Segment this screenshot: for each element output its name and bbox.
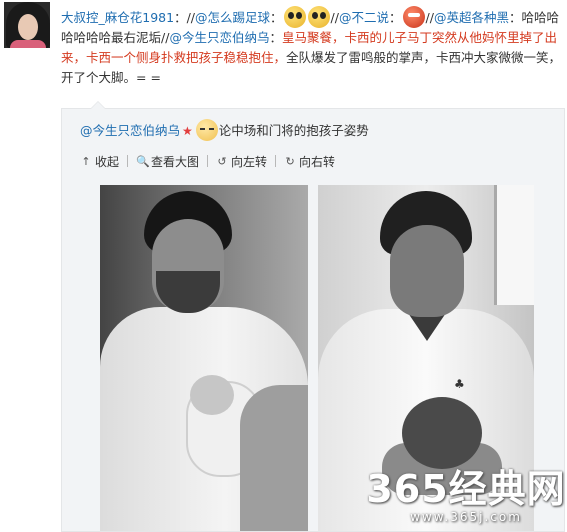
collapse-label: 收起 <box>95 154 120 169</box>
rotate-left-button[interactable]: ↺ 向左转 <box>216 153 267 170</box>
author-avatar[interactable] <box>4 2 50 48</box>
avatar-shirt <box>10 40 46 48</box>
mention-user-1[interactable]: @怎么踢足球 <box>195 10 270 25</box>
post-seg-5: // <box>425 10 434 25</box>
toolbar-divider <box>207 155 209 167</box>
view-large-image-button[interactable]: 🔍 查看大图 <box>136 153 199 170</box>
magnifier-icon: 🔍 <box>136 154 150 168</box>
post-seg-4: ： <box>389 10 402 25</box>
post-seg-3: // <box>330 10 339 25</box>
grinning-emoji-icon <box>402 6 425 28</box>
post-author-link[interactable]: 大叔控_麻仓花1981 <box>61 10 174 25</box>
post-colon: ： <box>174 10 187 25</box>
site-watermark: 365经典网 www.365j.com <box>366 468 566 524</box>
verified-star-icon: ★ <box>182 124 193 138</box>
photo-right-window <box>494 185 534 305</box>
rotate-right-button[interactable]: ↻ 向右转 <box>284 153 335 170</box>
laughing-emoji-icon <box>283 6 306 28</box>
repost-line: @今生只恋伯纳乌 ★ 论中场和门将的抱孩子姿势 <box>80 119 369 141</box>
photo-left-baby-head <box>190 375 234 415</box>
post-seg-1: // <box>186 10 196 25</box>
avatar-face <box>18 14 38 40</box>
collapse-button[interactable]: ↑ 收起 <box>80 153 119 170</box>
toolbar-divider <box>127 155 129 167</box>
view-large-label: 查看大图 <box>151 154 200 169</box>
rotate-right-icon: ↻ <box>285 154 295 168</box>
post-seg-2: ： <box>270 10 283 25</box>
photo-left-arm <box>240 385 308 531</box>
repost-text: 论中场和门将的抱孩子姿势 <box>218 123 369 138</box>
sleepy-emoji-icon <box>195 119 218 141</box>
collapse-arrow-icon: ↑ <box>81 154 91 168</box>
toolbar-divider <box>275 155 277 167</box>
mention-user-2[interactable]: @不二说 <box>339 10 389 25</box>
rotate-right-label: 向右转 <box>299 154 336 169</box>
watermark-url: www.365j.com <box>410 510 522 524</box>
repost-author-link[interactable]: @今生只恋伯纳乌 <box>80 123 180 138</box>
photo-right-baby-head <box>402 397 482 469</box>
mention-user-3[interactable]: @英超各种黑 <box>434 10 509 25</box>
rotate-left-icon: ↺ <box>217 154 227 168</box>
shirt-logo-icon: ♣ <box>454 377 465 391</box>
laughing-emoji-icon-2 <box>307 6 330 28</box>
post-text: 大叔控_麻仓花1981：//@怎么踢足球：//@不二说：//@英超各种黑：哈哈哈… <box>61 6 565 88</box>
watermark-main: 365经典网 <box>366 467 566 511</box>
rotate-left-label: 向左转 <box>231 154 268 169</box>
image-toolbar: ↑ 收起 🔍 查看大图 ↺ 向左转 ↻ 向右转 <box>80 151 335 171</box>
post-seg-7: ： <box>269 30 282 45</box>
photo-left[interactable] <box>100 185 308 531</box>
mention-user-4[interactable]: @今生只恋伯纳乌 <box>169 30 269 45</box>
photo-right-face <box>390 225 464 317</box>
